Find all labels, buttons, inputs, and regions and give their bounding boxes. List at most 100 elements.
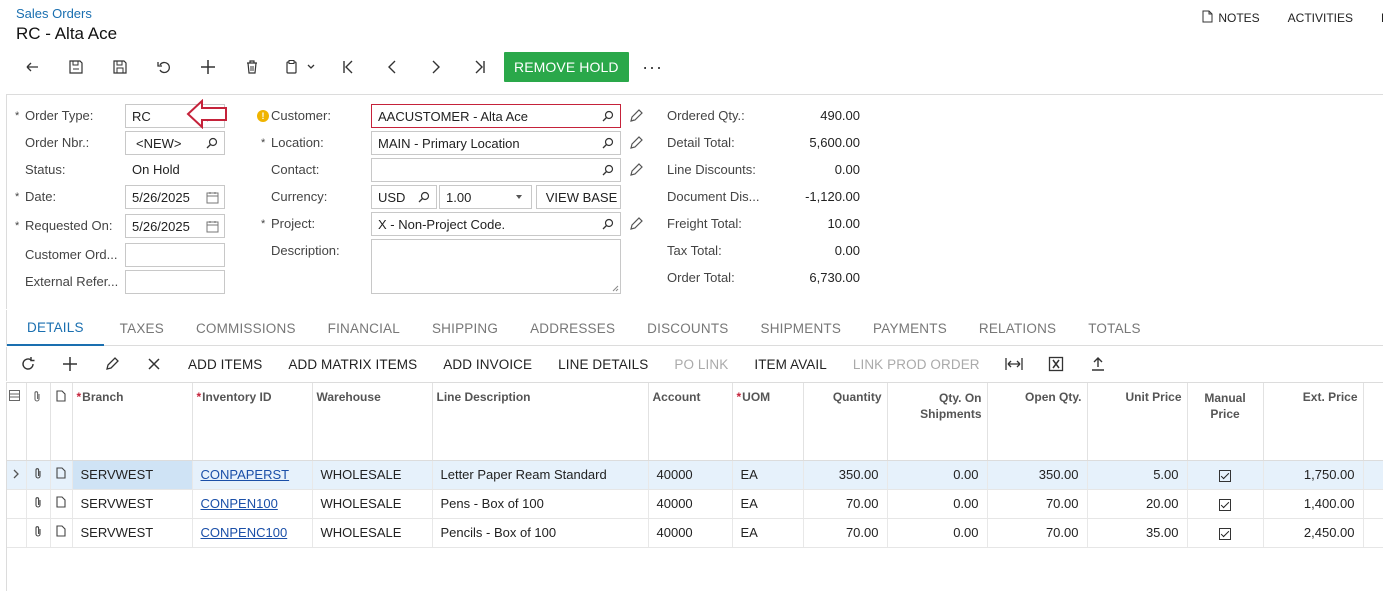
location-field[interactable]: MAIN - Primary Location <box>371 131 621 155</box>
item-avail-button[interactable]: ITEM AVAIL <box>741 357 840 372</box>
warehouse-cell[interactable]: WHOLESALE <box>312 518 433 548</box>
fit-columns-button[interactable] <box>993 347 1035 381</box>
quantity-cell[interactable]: 70.00 <box>803 518 888 548</box>
save-button[interactable] <box>98 52 142 82</box>
quantity-cell[interactable]: 70.00 <box>803 489 888 519</box>
line-description-cell[interactable]: Pencils - Box of 100 <box>432 518 649 548</box>
inventory-id-cell[interactable]: CONPENC100 <box>192 518 313 548</box>
row-attachment-cell[interactable] <box>26 518 51 548</box>
tab-details[interactable]: DETAILS <box>7 310 104 346</box>
contact-field[interactable] <box>371 158 621 182</box>
ext-price-cell[interactable]: 1,400.00 <box>1263 489 1364 519</box>
currency-field[interactable]: USD <box>371 185 437 209</box>
customer-ord-field[interactable] <box>125 243 225 267</box>
tab-taxes[interactable]: TAXES <box>104 310 180 346</box>
quantity-column-header[interactable]: Quantity <box>803 383 888 461</box>
table-row[interactable]: SERVWEST CONPENC100 WHOLESALE Pencils - … <box>7 518 1383 548</box>
unit-price-column-header[interactable]: Unit Price <box>1087 383 1188 461</box>
date-field[interactable]: 5/26/2025 <box>125 185 225 209</box>
inventory-id-cell[interactable]: CONPEN100 <box>192 489 313 519</box>
edit-contact-pencil-icon[interactable] <box>628 162 644 178</box>
link-prod-order-button[interactable]: LINK PROD ORDER <box>840 357 993 372</box>
upload-button[interactable] <box>1077 347 1119 381</box>
table-row[interactable]: SERVWEST CONPAPERST WHOLESALE Letter Pap… <box>7 460 1383 490</box>
search-icon[interactable] <box>600 162 616 178</box>
manual-price-column-header[interactable]: Manual Price <box>1187 383 1264 461</box>
first-record-button[interactable] <box>326 52 370 82</box>
manual-price-checkbox[interactable] <box>1219 469 1231 482</box>
line-description-column-header[interactable]: Line Description <box>432 383 649 461</box>
requested-on-field[interactable]: 5/26/2025 <box>125 214 225 238</box>
last-record-button[interactable] <box>458 52 502 82</box>
account-cell[interactable]: 40000 <box>648 489 733 519</box>
row-selector[interactable] <box>7 518 27 548</box>
row-note-cell[interactable] <box>50 518 73 548</box>
row-selector[interactable] <box>7 489 27 519</box>
tab-shipping[interactable]: SHIPPING <box>416 310 514 346</box>
save-close-button[interactable] <box>54 52 98 82</box>
unit-price-cell[interactable]: 5.00 <box>1087 460 1188 490</box>
inventory-id-column-header[interactable]: *Inventory ID <box>192 383 313 461</box>
back-button[interactable] <box>10 52 54 82</box>
tab-shipments[interactable]: SHIPMENTS <box>744 310 857 346</box>
search-icon[interactable] <box>600 216 616 232</box>
line-details-button[interactable]: LINE DETAILS <box>545 357 661 372</box>
manual-price-cell[interactable] <box>1187 460 1264 490</box>
uom-column-header[interactable]: *UOM <box>732 383 804 461</box>
copy-paste-button[interactable] <box>274 52 326 82</box>
po-link-button[interactable]: PO LINK <box>661 357 741 372</box>
warehouse-column-header[interactable]: Warehouse <box>312 383 433 461</box>
search-icon[interactable] <box>204 135 220 151</box>
resize-grip-icon[interactable] <box>611 284 619 292</box>
row-attachment-cell[interactable] <box>26 460 51 490</box>
open-qty-column-header[interactable]: Open Qty. <box>987 383 1088 461</box>
description-field[interactable] <box>371 239 621 294</box>
calendar-icon[interactable] <box>204 218 220 234</box>
add-items-button[interactable]: ADD ITEMS <box>175 357 275 372</box>
account-cell[interactable]: 40000 <box>648 518 733 548</box>
ext-price-column-header[interactable]: Ext. Price <box>1263 383 1364 461</box>
tab-commissions[interactable]: COMMISSIONS <box>180 310 312 346</box>
tab-addresses[interactable]: ADDRESSES <box>514 310 631 346</box>
uom-cell[interactable]: EA <box>732 489 804 519</box>
calendar-icon[interactable] <box>204 189 220 205</box>
manual-price-cell[interactable] <box>1187 489 1264 519</box>
account-cell[interactable]: 40000 <box>648 460 733 490</box>
inventory-id-link[interactable]: CONPAPERST <box>201 467 290 482</box>
manual-price-checkbox[interactable] <box>1219 527 1231 540</box>
row-note-cell[interactable] <box>50 460 73 490</box>
column-settings-header[interactable] <box>7 383 27 461</box>
uom-cell[interactable]: EA <box>732 460 804 490</box>
previous-record-button[interactable] <box>370 52 414 82</box>
tab-relations[interactable]: RELATIONS <box>963 310 1072 346</box>
branch-column-header[interactable]: *Branch <box>72 383 193 461</box>
manual-price-checkbox[interactable] <box>1219 498 1231 511</box>
breadcrumb[interactable]: Sales Orders <box>16 6 92 21</box>
refresh-button[interactable] <box>7 347 49 381</box>
tab-totals[interactable]: TOTALS <box>1072 310 1156 346</box>
external-ref-field[interactable] <box>125 270 225 294</box>
delete-button[interactable] <box>230 52 274 82</box>
add-button[interactable] <box>186 52 230 82</box>
search-icon[interactable] <box>600 108 616 124</box>
more-actions-button[interactable]: ··· <box>629 52 677 82</box>
quantity-cell[interactable]: 350.00 <box>803 460 888 490</box>
ext-price-cell[interactable]: 2,450.00 <box>1263 518 1364 548</box>
tab-payments[interactable]: PAYMENTS <box>857 310 963 346</box>
row-attachment-cell[interactable] <box>26 489 51 519</box>
unit-price-cell[interactable]: 35.00 <box>1087 518 1188 548</box>
order-nbr-field[interactable]: <NEW> <box>125 131 225 155</box>
unit-price-cell[interactable]: 20.00 <box>1087 489 1188 519</box>
branch-cell[interactable]: SERVWEST <box>72 518 193 548</box>
line-description-cell[interactable]: Letter Paper Ream Standard <box>432 460 649 490</box>
files-link[interactable]: FI <box>1367 10 1383 26</box>
qty-on-shipments-column-header[interactable]: Qty. On Shipments <box>887 383 988 461</box>
remove-hold-button[interactable]: REMOVE HOLD <box>504 52 629 82</box>
add-matrix-items-button[interactable]: ADD MATRIX ITEMS <box>275 357 430 372</box>
cancel-button[interactable] <box>142 52 186 82</box>
activities-link[interactable]: ACTIVITIES <box>1274 10 1367 26</box>
customer-field[interactable]: AACUSTOMER - Alta Ace <box>371 104 621 128</box>
notes-link[interactable]: NOTES <box>1188 10 1273 26</box>
account-column-header[interactable]: Account <box>648 383 733 461</box>
edit-customer-pencil-icon[interactable] <box>628 108 644 124</box>
